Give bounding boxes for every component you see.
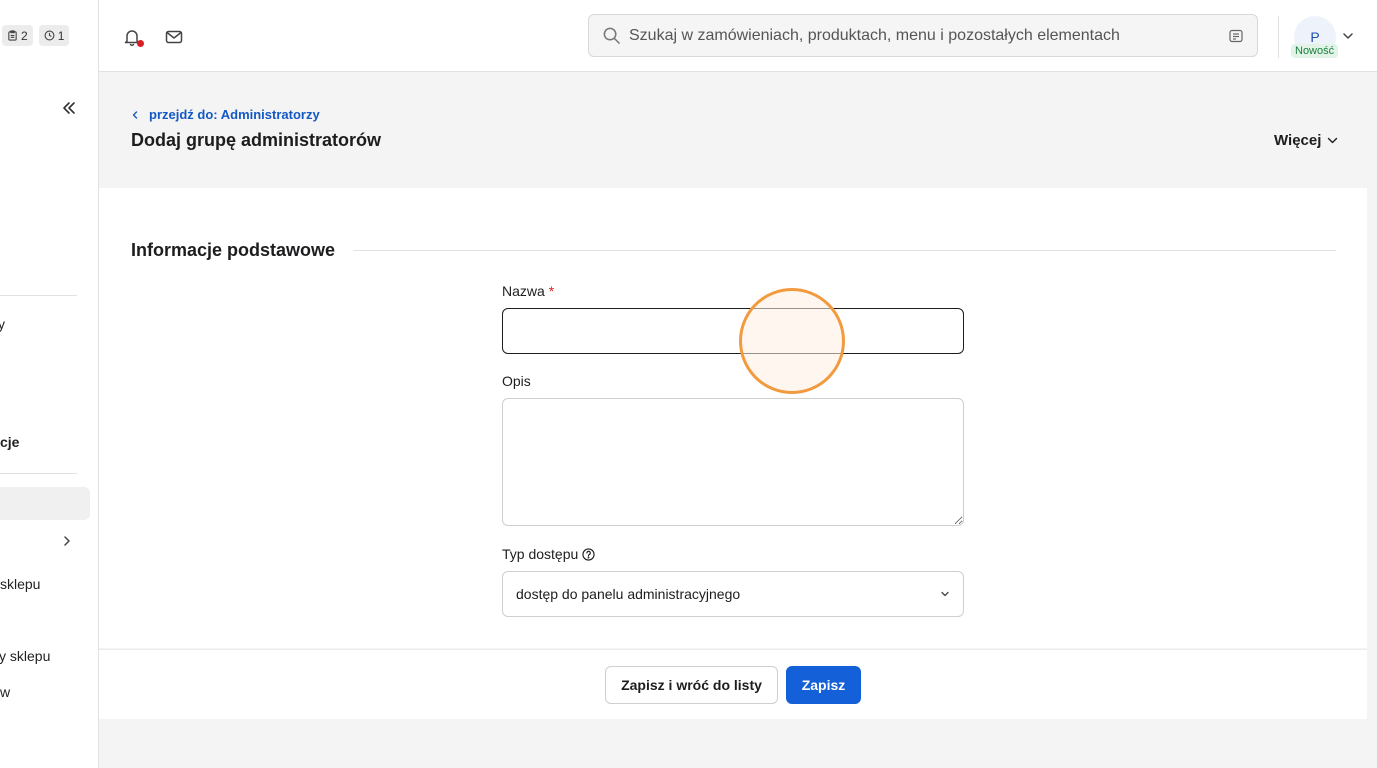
sidebar-section-partial: cje bbox=[0, 434, 20, 450]
sidebar-divider bbox=[0, 295, 77, 296]
notification-dot bbox=[137, 40, 144, 47]
help-icon[interactable] bbox=[582, 547, 595, 561]
sidebar-item-partial[interactable]: y bbox=[0, 316, 5, 332]
clock-icon bbox=[44, 30, 55, 41]
description-label-text: Opis bbox=[502, 373, 531, 389]
save-and-back-button[interactable]: Zapisz i wróć do listy bbox=[605, 666, 778, 704]
pending-badge-count: 1 bbox=[57, 28, 65, 43]
sidebar-item-partial[interactable]: sklepu bbox=[0, 576, 40, 592]
search-input[interactable] bbox=[629, 26, 1229, 45]
orders-badge[interactable]: 2 bbox=[2, 25, 33, 46]
mail-icon[interactable] bbox=[164, 27, 184, 47]
more-button[interactable]: Więcej bbox=[1274, 132, 1338, 149]
access-type-label-text: Typ dostępu bbox=[502, 546, 579, 562]
chevron-left-icon bbox=[132, 110, 138, 119]
chevron-down-icon[interactable] bbox=[1342, 30, 1354, 42]
sidebar-divider bbox=[0, 473, 77, 474]
sidebar: 2 1 y cje sklepu y sklepu w bbox=[0, 0, 99, 768]
access-type-value: dostęp do panelu administracyjnego bbox=[516, 586, 741, 602]
page-title: Dodaj grupę administratorów bbox=[131, 130, 382, 150]
chevron-right-icon[interactable] bbox=[60, 534, 74, 548]
name-label: Nazwa * bbox=[502, 283, 554, 299]
pending-badge[interactable]: 1 bbox=[38, 25, 70, 46]
global-search[interactable] bbox=[588, 14, 1258, 57]
orders-badge-count: 2 bbox=[21, 28, 28, 43]
clipboard-icon bbox=[8, 30, 17, 41]
sidebar-badges: 2 1 bbox=[2, 25, 70, 46]
section-title: Informacje podstawowe bbox=[131, 240, 336, 260]
search-icon bbox=[603, 27, 620, 44]
access-type-select[interactable]: dostęp do panelu administracyjnego bbox=[502, 571, 964, 617]
avatar-initial: P bbox=[1310, 29, 1320, 45]
chevron-down-icon bbox=[1328, 137, 1338, 144]
name-label-text: Nazwa bbox=[502, 283, 545, 299]
name-field[interactable] bbox=[502, 308, 964, 354]
sidebar-item-active[interactable] bbox=[0, 487, 90, 520]
save-button[interactable]: Zapisz bbox=[786, 666, 861, 704]
new-badge: Nowość bbox=[1291, 44, 1339, 58]
description-field[interactable] bbox=[502, 398, 964, 526]
form-footer: Zapisz i wróć do listy Zapisz bbox=[99, 649, 1367, 719]
keyboard-shortcut-icon[interactable] bbox=[1229, 29, 1243, 43]
access-type-label: Typ dostępu bbox=[502, 546, 595, 562]
form-card: Informacje podstawowe Nazwa * Opis Typ d… bbox=[99, 188, 1367, 648]
collapse-sidebar-icon[interactable] bbox=[60, 99, 78, 117]
header-separator bbox=[1278, 16, 1279, 58]
sidebar-item-partial[interactable]: w bbox=[0, 684, 10, 700]
chevron-down-icon bbox=[941, 591, 949, 597]
top-header: P Nowość bbox=[99, 0, 1377, 72]
description-label: Opis bbox=[502, 373, 531, 389]
section-divider bbox=[353, 250, 1336, 251]
back-link-label: przejdź do: Administratorzy bbox=[149, 107, 320, 122]
back-link[interactable]: przejdź do: Administratorzy bbox=[131, 107, 320, 122]
more-button-label: Więcej bbox=[1274, 132, 1322, 149]
required-marker: * bbox=[548, 283, 555, 299]
sidebar-item-partial[interactable]: y sklepu bbox=[0, 648, 50, 664]
